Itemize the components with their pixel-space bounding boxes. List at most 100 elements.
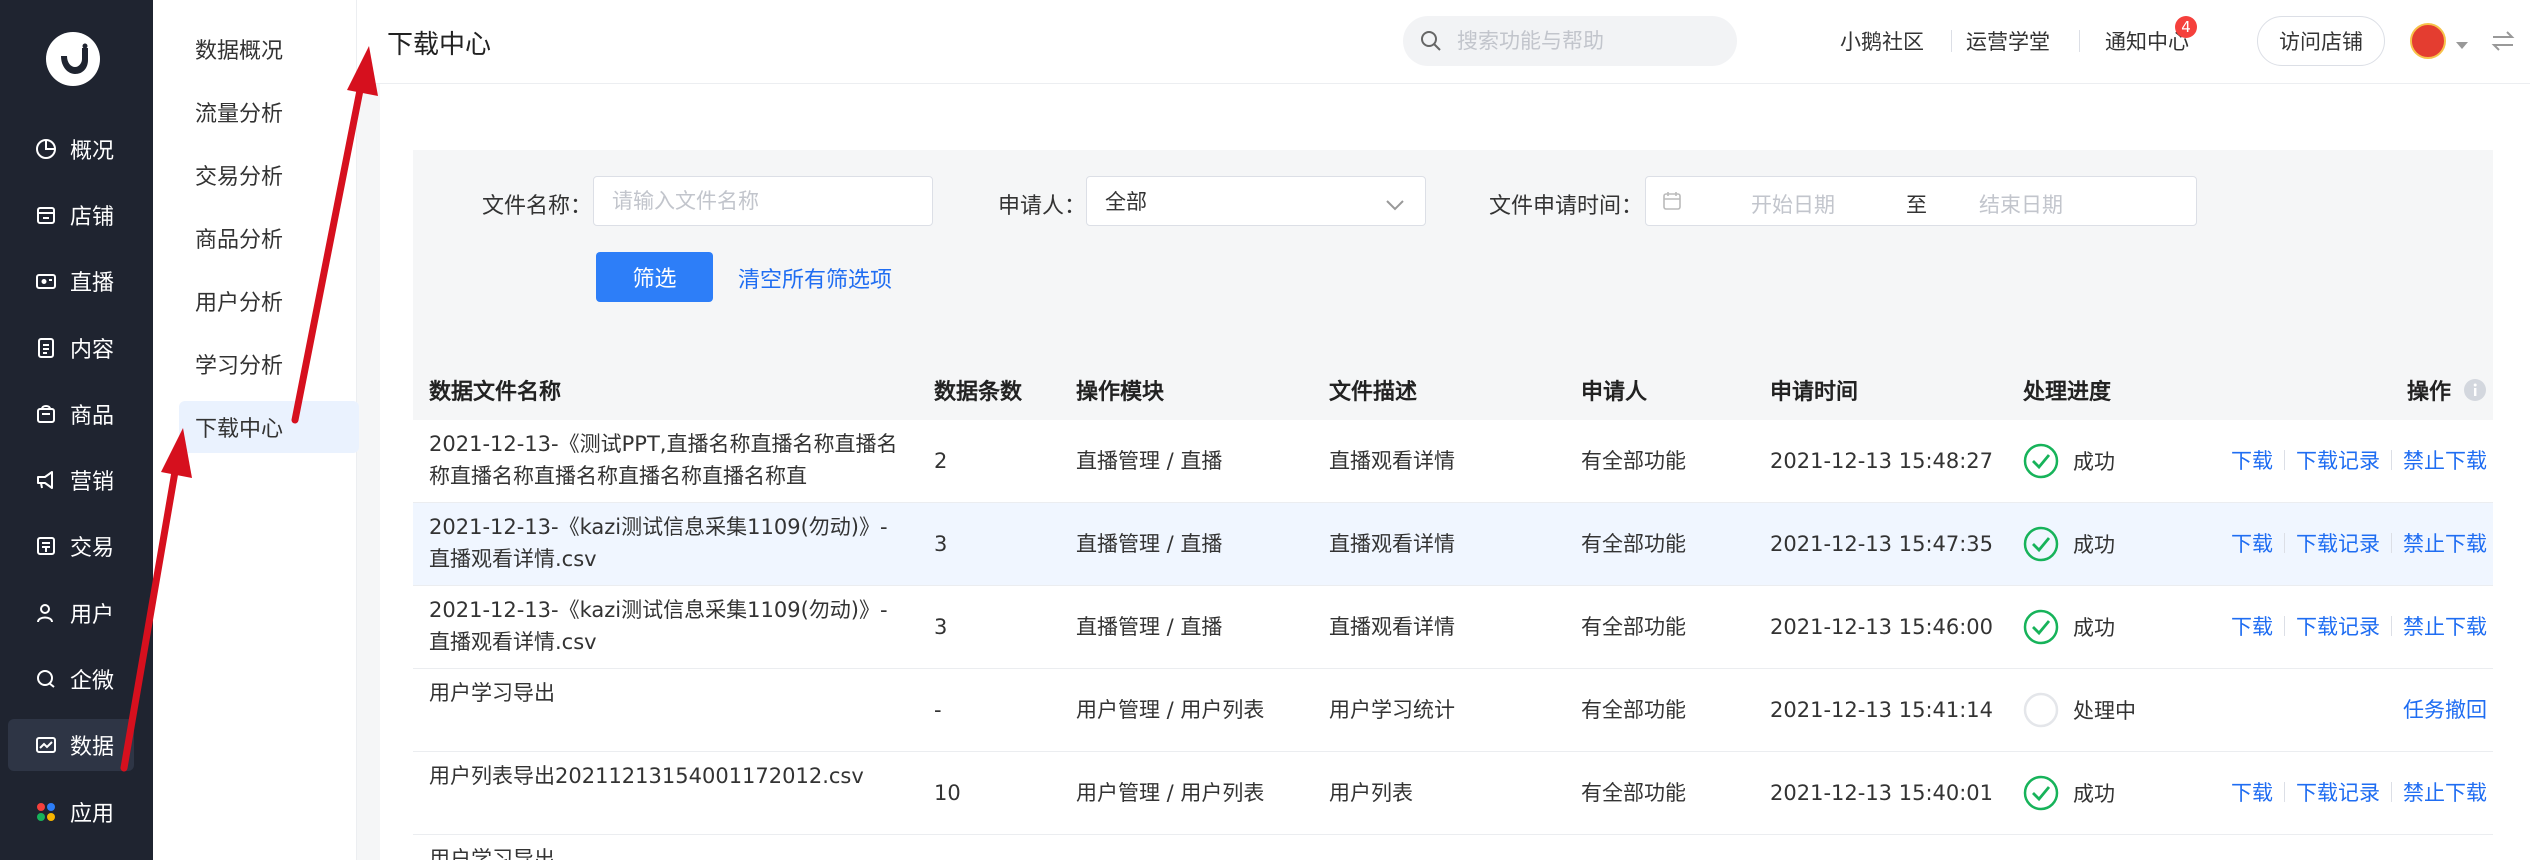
nav-item-data[interactable]: 数据 <box>8 719 134 771</box>
nav-item-wecom[interactable]: 企微 <box>8 653 134 705</box>
time-cell: 2021-12-13 15:48:27 <box>1770 449 1994 473</box>
nav-item-label: 营销 <box>70 470 115 495</box>
avatar[interactable] <box>2410 23 2446 59</box>
wecom-icon <box>34 667 58 691</box>
download-record-link[interactable]: 下载记录 <box>2296 528 2380 558</box>
column-header: 数据条数 <box>934 380 1023 405</box>
nav-item-content[interactable]: 内容 <box>8 322 134 374</box>
count-cell: 3 <box>934 615 948 639</box>
nav-item-store[interactable]: 店铺 <box>8 189 134 241</box>
table-row: 用户学习导出 <box>413 835 2493 860</box>
date-range-picker[interactable]: 开始日期 至 结束日期 <box>1645 176 2197 226</box>
forbid-download-link[interactable]: 禁止下载 <box>2403 611 2487 641</box>
nav-item-apps[interactable]: 应用 <box>8 786 134 838</box>
info-icon[interactable] <box>2463 378 2487 406</box>
file-name-cell: 用户学习导出 <box>429 847 555 860</box>
table-row: 用户学习导出 - 用户管理 / 用户列表 用户学习统计 有全部功能 2021-1… <box>413 669 2493 752</box>
date-range-separator: 至 <box>1906 193 1927 217</box>
search-input[interactable] <box>1457 16 1727 66</box>
count-cell: 3 <box>934 532 948 556</box>
status-badge: 成功 <box>2023 526 2115 562</box>
table-row: 2021-12-13-《kazi测试信息采集1109(勿动)》-直播观看详情.c… <box>413 586 2493 669</box>
start-date-input[interactable]: 开始日期 <box>1751 189 1835 219</box>
nav-item-label: 应用 <box>70 802 115 827</box>
download-record-link[interactable]: 下载记录 <box>2296 777 2380 807</box>
applicant-cell: 有全部功能 <box>1581 698 1686 722</box>
row-actions: 任务撤回 <box>2403 694 2487 724</box>
subnav-item-goods[interactable]: 商品分析 <box>179 212 359 264</box>
download-link[interactable]: 下载 <box>2231 611 2273 641</box>
goose-logo-icon <box>61 43 88 74</box>
applicant-select[interactable]: 全部 <box>1086 176 1426 226</box>
app-logo[interactable] <box>46 32 100 86</box>
academy-link[interactable]: 运营学堂 <box>1966 26 2050 56</box>
nav-item-label: 直播 <box>70 271 115 296</box>
community-link[interactable]: 小鹅社区 <box>1840 26 1924 56</box>
status-badge: 成功 <box>2023 775 2115 811</box>
time-cell: 2021-12-13 15:46:00 <box>1770 615 1994 639</box>
subnav-item-label: 交易分析 <box>195 165 284 190</box>
subnav-item-user[interactable]: 用户分析 <box>179 275 359 327</box>
download-link[interactable]: 下载 <box>2231 445 2273 475</box>
content-icon <box>34 336 58 360</box>
caret-down-icon[interactable] <box>2455 36 2469 55</box>
nav-item-label: 交易 <box>70 536 115 561</box>
column-header: 申请时间 <box>1770 380 1859 405</box>
store-icon <box>34 203 58 227</box>
file-name-input[interactable] <box>593 176 933 226</box>
forbid-download-link[interactable]: 禁止下载 <box>2403 528 2487 558</box>
nav-item-label: 内容 <box>70 338 115 363</box>
subnav-item-download-center[interactable]: 下载中心 <box>179 401 359 453</box>
download-record-link[interactable]: 下载记录 <box>2296 611 2380 641</box>
file-name-cell: 2021-12-13-《测试PPT,直播名称直播名称直播名称直播名称直播名称直播… <box>429 432 898 488</box>
column-header: 操作 <box>2407 380 2452 405</box>
time-cell: 2021-12-13 15:41:14 <box>1770 698 1994 722</box>
nav-item-overview[interactable]: 概况 <box>8 123 134 175</box>
module-cell: 直播管理 / 直播 <box>1076 449 1223 473</box>
subnav-item-trade[interactable]: 交易分析 <box>179 149 359 201</box>
subnav-item-traffic[interactable]: 流量分析 <box>179 86 359 138</box>
nav-item-goods[interactable]: 商品 <box>8 388 134 440</box>
status-text: 成功 <box>2073 782 2115 806</box>
goods-icon <box>34 402 58 426</box>
success-check-icon <box>2023 443 2059 479</box>
success-check-icon <box>2023 775 2059 811</box>
clear-filters-link[interactable]: 清空所有筛选项 <box>738 262 892 294</box>
subnav-item-learning[interactable]: 学习分析 <box>179 338 359 390</box>
calendar-icon <box>1662 191 1682 215</box>
forbid-download-link[interactable]: 禁止下载 <box>2403 777 2487 807</box>
description-cell: 直播观看详情 <box>1329 532 1455 556</box>
revoke-task-link[interactable]: 任务撤回 <box>2403 694 2487 724</box>
swap-icon[interactable] <box>2490 30 2516 56</box>
header-divider <box>1951 30 1952 52</box>
nav-item-user[interactable]: 用户 <box>8 587 134 639</box>
visit-store-button[interactable]: 访问店铺 <box>2257 16 2385 66</box>
applicant-cell: 有全部功能 <box>1581 781 1686 805</box>
filter-button[interactable]: 筛选 <box>596 252 713 302</box>
nav-item-label: 概况 <box>70 139 115 164</box>
nav-item-label: 数据 <box>70 735 115 760</box>
end-date-input[interactable]: 结束日期 <box>1979 189 2063 219</box>
download-record-link[interactable]: 下载记录 <box>2296 445 2380 475</box>
module-cell: 用户管理 / 用户列表 <box>1076 698 1265 722</box>
subnav-item-data-overview[interactable]: 数据概况 <box>179 23 359 75</box>
subnav-item-label: 流量分析 <box>195 102 284 127</box>
status-text: 成功 <box>2073 450 2115 474</box>
download-link[interactable]: 下载 <box>2231 528 2273 558</box>
marketing-icon <box>34 468 58 492</box>
nav-item-marketing[interactable]: 营销 <box>8 454 134 506</box>
download-link[interactable]: 下载 <box>2231 777 2273 807</box>
nav-item-live[interactable]: 直播 <box>8 255 134 307</box>
forbid-download-link[interactable]: 禁止下载 <box>2403 445 2487 475</box>
module-cell: 直播管理 / 直播 <box>1076 615 1223 639</box>
file-name-cell: 用户学习导出 <box>429 681 555 705</box>
status-text: 成功 <box>2073 533 2115 557</box>
status-badge: 成功 <box>2023 443 2115 479</box>
column-header: 处理进度 <box>2023 380 2112 405</box>
search-box[interactable] <box>1403 16 1737 66</box>
chevron-down-icon <box>1385 193 1405 217</box>
nav-item-trade[interactable]: 交易 <box>8 520 134 572</box>
status-text: 成功 <box>2073 616 2115 640</box>
file-name-label: 文件名称： <box>482 194 593 219</box>
applicant-cell: 有全部功能 <box>1581 449 1686 473</box>
